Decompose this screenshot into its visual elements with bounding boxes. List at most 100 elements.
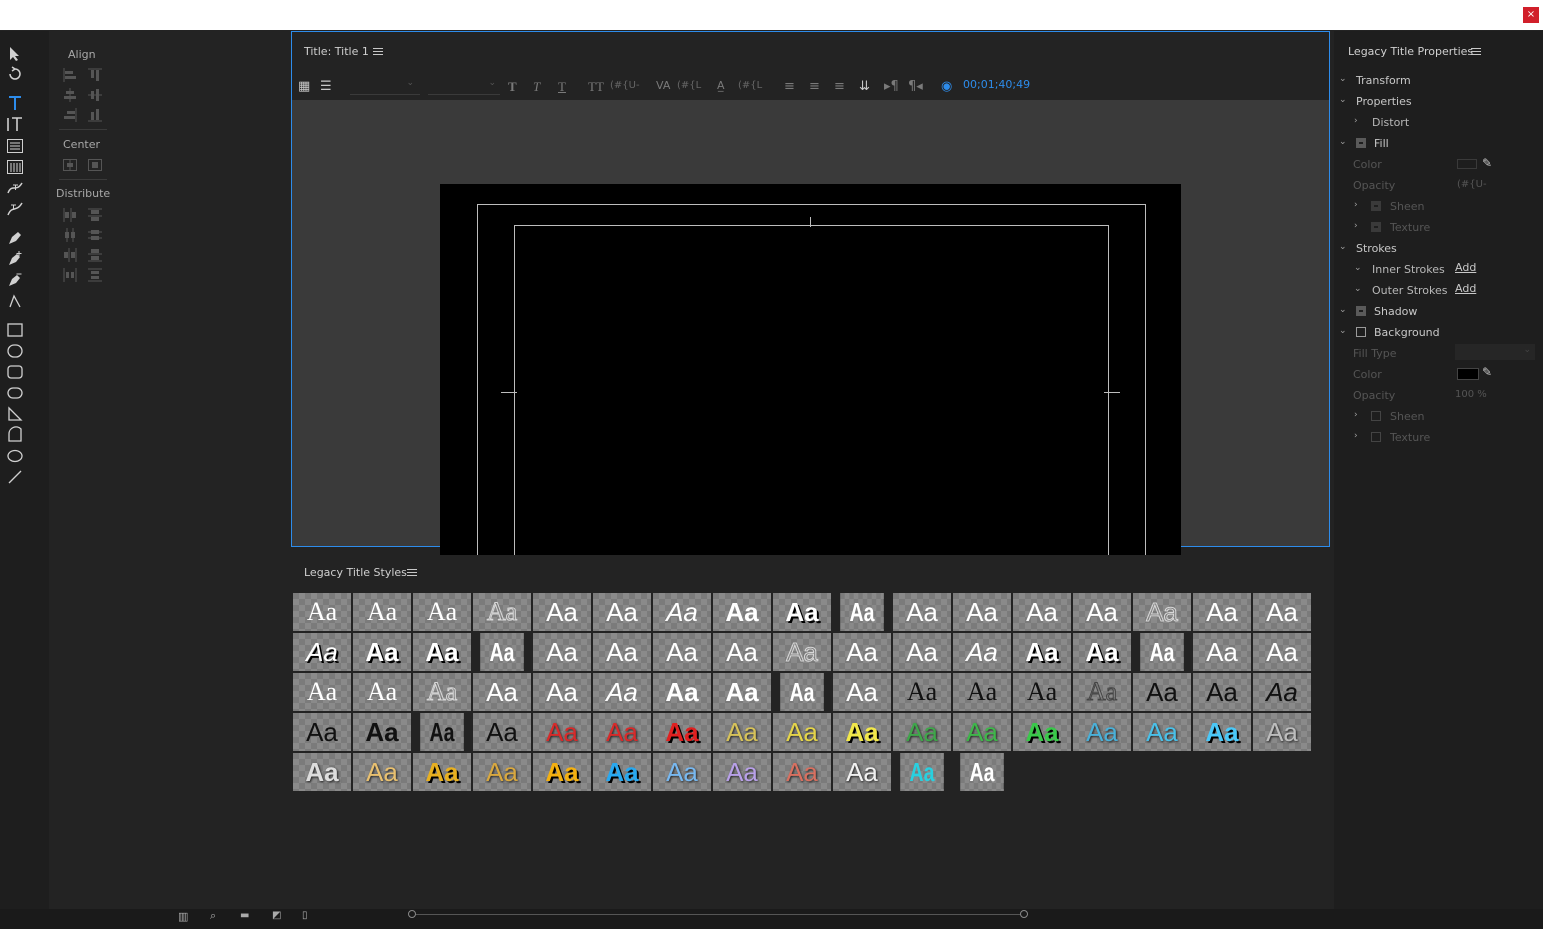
timeline-scroll-track[interactable]	[410, 914, 1028, 915]
pen-tool-icon[interactable]	[6, 229, 24, 247]
transform-section[interactable]: Transform	[1356, 74, 1411, 87]
style-swatch[interactable]: Aa	[953, 593, 1011, 631]
distribute-middle-icon[interactable]	[87, 227, 103, 243]
style-swatch[interactable]: Aa	[893, 673, 951, 711]
roll-crawl-options-icon[interactable]: ▦	[298, 79, 310, 94]
align-text-center-icon[interactable]: ≡	[809, 79, 820, 94]
style-swatch[interactable]: Aa	[1013, 593, 1071, 631]
style-swatch[interactable]: Aa	[293, 713, 351, 751]
new-item-icon[interactable]: ◩	[272, 910, 281, 921]
style-swatch[interactable]: Aa	[833, 673, 891, 711]
style-swatch[interactable]: Aa	[480, 633, 524, 671]
style-swatch[interactable]: Aa	[1133, 713, 1191, 751]
distribute-top-icon[interactable]	[87, 207, 103, 223]
fill-texture-checkbox[interactable]	[1371, 222, 1381, 232]
style-swatch[interactable]: Aa	[713, 713, 771, 751]
chevron-right-icon[interactable]: ›	[1354, 200, 1358, 210]
style-swatch[interactable]: Aa	[1253, 713, 1311, 751]
vertical-path-type-tool-icon[interactable]	[6, 200, 24, 218]
style-swatch[interactable]: Aa	[593, 673, 651, 711]
distribute-bottom-icon[interactable]	[87, 247, 103, 263]
align-horizontal-center-icon[interactable]	[62, 87, 78, 103]
clipped-corner-rectangle-tool-icon[interactable]	[6, 342, 24, 360]
chevron-down-icon[interactable]: ⌄	[1339, 326, 1347, 336]
align-left-icon[interactable]	[62, 67, 78, 83]
title-canvas[interactable]	[440, 184, 1181, 600]
style-swatch[interactable]: Aa	[353, 753, 411, 791]
area-type-tool-icon[interactable]	[6, 137, 24, 155]
style-swatch[interactable]: Aa	[713, 593, 771, 631]
style-swatch[interactable]: Aa	[1073, 633, 1131, 671]
props-panel-menu-icon[interactable]	[1471, 48, 1481, 56]
font-size-icon[interactable]: TT	[588, 79, 604, 95]
style-swatch[interactable]: Aa	[473, 713, 531, 751]
line-tool-icon[interactable]	[6, 468, 24, 486]
background-video-timecode[interactable]: 00;01;40;49	[963, 78, 1030, 91]
style-swatch[interactable]: Aa	[1013, 713, 1071, 751]
style-swatch[interactable]: Aa	[353, 713, 411, 751]
align-vertical-center-icon[interactable]	[87, 87, 103, 103]
style-swatch[interactable]: Aa	[293, 633, 351, 671]
rectangle-tool-icon[interactable]	[6, 321, 24, 339]
list-view-icon[interactable]: ▥	[178, 910, 188, 923]
style-swatch[interactable]: Aa	[1253, 593, 1311, 631]
tab-forward-icon[interactable]: ▸¶	[884, 79, 899, 94]
delete-anchor-point-tool-icon[interactable]	[6, 271, 24, 289]
align-text-right-icon[interactable]: ≡	[834, 79, 845, 94]
style-swatch[interactable]: Aa	[1013, 673, 1071, 711]
rounded-rectangle-tool-icon[interactable]	[6, 363, 24, 381]
bold-icon[interactable]: T	[508, 79, 517, 95]
kerning-icon[interactable]: VA	[656, 79, 670, 92]
distort-section[interactable]: Distort	[1372, 116, 1409, 129]
chevron-down-icon[interactable]: ⌄	[1339, 74, 1347, 84]
style-swatch[interactable]: Aa	[1193, 673, 1251, 711]
leading-icon[interactable]: A̲	[717, 79, 725, 92]
style-swatch[interactable]: Aa	[1073, 713, 1131, 751]
timeline-scroll-start-handle[interactable]	[408, 910, 416, 918]
style-swatch[interactable]: Aa	[893, 633, 951, 671]
style-swatch[interactable]: Aa	[413, 593, 471, 631]
style-swatch[interactable]: Aa	[1073, 593, 1131, 631]
tab-back-icon[interactable]: ¶◂	[908, 79, 923, 94]
eyedropper-icon[interactable]: ✎	[1482, 156, 1492, 170]
eyedropper-icon[interactable]: ✎	[1482, 365, 1492, 379]
style-swatch[interactable]: Aa	[1073, 673, 1131, 711]
style-swatch[interactable]: Aa	[533, 593, 591, 631]
style-swatch[interactable]: Aa	[473, 673, 531, 711]
style-swatch[interactable]: Aa	[840, 593, 884, 631]
style-swatch[interactable]: Aa	[773, 753, 831, 791]
shadow-checkbox[interactable]	[1356, 306, 1366, 316]
style-swatch[interactable]: Aa	[593, 633, 651, 671]
ellipse-tool-icon[interactable]	[6, 447, 24, 465]
tab-stops-icon[interactable]: ☰	[320, 79, 332, 94]
bg-texture-checkbox[interactable]	[1371, 432, 1381, 442]
vertical-area-type-tool-icon[interactable]	[6, 158, 24, 176]
style-swatch[interactable]: Aa	[653, 593, 711, 631]
chevron-right-icon[interactable]: ›	[1354, 221, 1358, 231]
style-swatch[interactable]: Aa	[473, 753, 531, 791]
chevron-down-icon[interactable]: ⌄	[1354, 263, 1362, 273]
style-swatch[interactable]: Aa	[593, 593, 651, 631]
align-text-left-icon[interactable]: ≡	[784, 79, 795, 94]
path-type-tool-icon[interactable]	[6, 179, 24, 197]
style-swatch[interactable]: Aa	[473, 593, 531, 631]
convert-anchor-point-tool-icon[interactable]	[6, 292, 24, 310]
rounded-corner-rectangle-tool-icon[interactable]	[6, 384, 24, 402]
style-swatch[interactable]: Aa	[1193, 633, 1251, 671]
style-swatch[interactable]: Aa	[1133, 673, 1191, 711]
arc-tool-icon[interactable]	[6, 426, 24, 444]
style-swatch[interactable]: Aa	[953, 673, 1011, 711]
fill-color-swatch[interactable]	[1457, 159, 1477, 169]
kerning-value[interactable]: (#{L	[677, 80, 701, 91]
style-swatch[interactable]: Aa	[353, 633, 411, 671]
background-section[interactable]: Background	[1374, 326, 1440, 339]
style-swatch[interactable]: Aa	[593, 753, 651, 791]
font-size-value[interactable]: (#{U-	[610, 80, 640, 91]
font-family-dropdown[interactable]: ⌄	[350, 78, 420, 95]
style-swatch[interactable]: Aa	[353, 673, 411, 711]
style-swatch[interactable]: Aa	[413, 633, 471, 671]
title-panel-menu-icon[interactable]	[373, 48, 383, 56]
shadow-section[interactable]: Shadow	[1374, 305, 1417, 318]
chevron-down-icon[interactable]: ⌄	[1339, 242, 1347, 252]
distribute-horizontal-even-icon[interactable]	[62, 267, 78, 283]
